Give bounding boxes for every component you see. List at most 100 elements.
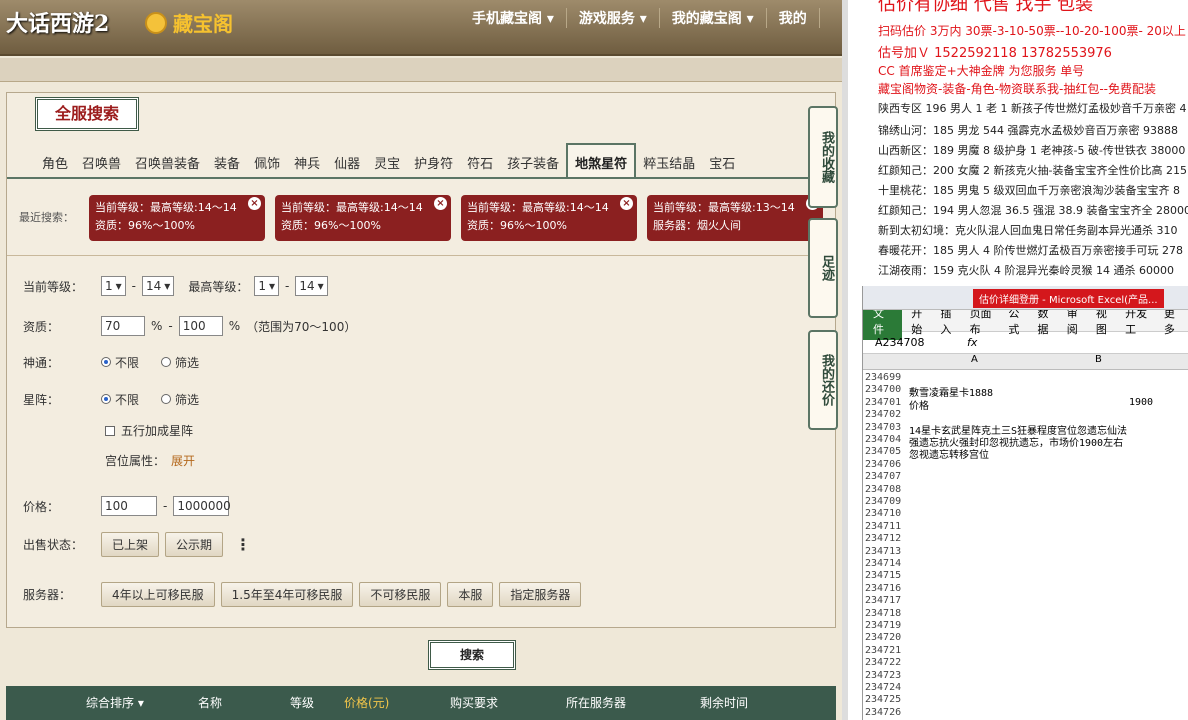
sheet-row[interactable]: 234701 价格 1900 xyxy=(863,397,1188,412)
my-offer-button[interactable]: 我的还价 xyxy=(808,330,838,430)
server-nomove-button[interactable]: 不可移民服 xyxy=(359,582,442,607)
tab-xianqi[interactable]: 仙器 xyxy=(327,145,367,179)
server-specify-button[interactable]: 指定服务器 xyxy=(499,582,582,607)
level-max-select[interactable]: 14 ▾ xyxy=(142,276,175,296)
sheet-row[interactable]: 234704 强遗忘抗火强封印忽视抗遗忘，市场价1900左右 xyxy=(863,434,1188,449)
info-line: 春暖花开：185 男人 4 阶传世燃灯孟极百万亲密接手可玩 278 xyxy=(878,244,1183,257)
tab-shenbing[interactable]: 神兵 xyxy=(287,145,327,179)
my-favorites-button[interactable]: 我的收藏 xyxy=(808,106,838,208)
row-number: 234717 xyxy=(865,595,902,607)
server-local-button[interactable]: 本服 xyxy=(447,582,494,607)
cell[interactable]: 1900 xyxy=(1129,397,1153,408)
info-line: 十里桃花：185 男鬼 5 级双回血千万亲密浪淘沙装备宝宝齐 8 xyxy=(878,184,1180,197)
row-number: 234724 xyxy=(865,682,902,693)
tab-disha[interactable]: 地煞星符 xyxy=(566,143,637,177)
sheet-row[interactable]: 234716 xyxy=(863,583,1188,596)
quality-min-input[interactable]: 70 xyxy=(101,316,145,336)
more-icon[interactable]: ⋮ xyxy=(235,535,251,554)
recent-chip[interactable]: 当前等级：最高等级:13～14服务器：烟火人间× xyxy=(647,195,823,241)
nav-my[interactable]: 我的 xyxy=(767,8,820,28)
tab-role[interactable]: 角色 xyxy=(35,145,75,179)
sheet-row[interactable]: 234706 xyxy=(863,459,1188,472)
ad-line: CC 首席鉴定+大神金牌 为您服务 单号 xyxy=(878,64,1085,78)
sheet-row[interactable]: 234724 xyxy=(863,682,1188,695)
sheet-row[interactable]: 234717 xyxy=(863,595,1188,608)
recent-chip[interactable]: 当前等级：最高等级:14～14 资质：96%～100% × xyxy=(461,195,637,241)
sheet-row[interactable]: 234714 xyxy=(863,558,1188,571)
level-min-select[interactable]: 1 ▾ xyxy=(101,276,126,296)
fx-icon[interactable]: fx xyxy=(967,336,977,349)
sheet-row[interactable]: 234708 xyxy=(863,484,1188,497)
wuxing-checkbox[interactable]: 五行加成星阵 xyxy=(105,422,193,439)
sheet-row[interactable]: 234709 xyxy=(863,496,1188,509)
sheet-row[interactable]: 234721 xyxy=(863,645,1188,658)
radio-filter[interactable]: 筛选 xyxy=(161,391,199,408)
close-icon[interactable]: × xyxy=(248,197,261,210)
nav-service[interactable]: 游戏服务 ▾ xyxy=(567,8,660,28)
tab-accessory[interactable]: 佩饰 xyxy=(247,145,287,179)
quality-max-input[interactable]: 100 xyxy=(178,316,223,336)
search-button[interactable]: 搜索 xyxy=(428,640,516,670)
name-box[interactable]: A234708 xyxy=(863,336,947,349)
tab-child-equip[interactable]: 孩子装备 xyxy=(500,145,566,179)
sheet-row[interactable]: 234703 14星卡玄武星阵克土三S狂暴程度宫位忽遗忘仙法 xyxy=(863,422,1188,437)
nav-mobile[interactable]: 手机藏宝阁 ▾ xyxy=(460,8,567,28)
decor-band xyxy=(0,58,842,82)
radio-any[interactable]: 不限 xyxy=(101,391,139,408)
close-icon[interactable]: × xyxy=(620,197,633,210)
maxlevel-max-select[interactable]: 14 ▾ xyxy=(295,276,328,296)
col-b[interactable]: B xyxy=(1095,354,1102,365)
server-15y-button[interactable]: 1.5年至4年可移民服 xyxy=(220,582,354,607)
tab-lingbao[interactable]: 灵宝 xyxy=(367,145,407,179)
tab-fushi[interactable]: 符石 xyxy=(460,145,500,179)
sheet-row[interactable]: 234726 xyxy=(863,707,1188,720)
nav-menu: 手机藏宝阁 ▾ 游戏服务 ▾ 我的藏宝阁 ▾ 我的 xyxy=(460,8,820,28)
sheet-row[interactable]: 234705 忽视遗忘转移宫位 xyxy=(863,446,1188,461)
sort-header[interactable]: 综合排序 ▾ xyxy=(86,694,144,711)
radio-filter[interactable]: 筛选 xyxy=(161,354,199,371)
server-row: 服务器： 4年以上可移民服 1.5年至4年可移民服 不可移民服 本服 指定服务器 xyxy=(23,582,582,607)
sheet-row[interactable]: 234720 xyxy=(863,632,1188,645)
sheet-row[interactable]: 234725 xyxy=(863,694,1188,707)
game-logo[interactable]: 大话西游2 xyxy=(6,6,109,38)
row-number: 234722 xyxy=(865,657,902,669)
tab-equip[interactable]: 装备 xyxy=(207,145,247,179)
sheet-row[interactable]: 234699 xyxy=(863,372,1188,385)
close-icon[interactable]: × xyxy=(434,197,447,210)
maxlevel-min-select[interactable]: 1 ▾ xyxy=(254,276,280,296)
row-number: 234718 xyxy=(865,607,902,619)
row-number: 234711 xyxy=(865,520,902,532)
tab-amulet[interactable]: 护身符 xyxy=(407,145,460,179)
sheet-row[interactable]: 234700 敷雪凌霜星卡1888 xyxy=(863,384,1188,399)
sheet-row[interactable]: 234707 xyxy=(863,471,1188,484)
price-row: 价格： 100- 1000000 xyxy=(23,496,231,516)
sale-listed-button[interactable]: 已上架 xyxy=(101,532,160,557)
sale-public-button[interactable]: 公示期 xyxy=(165,532,224,557)
price-header[interactable]: 价格(元) xyxy=(344,694,389,711)
site-logo[interactable]: 藏宝阁 xyxy=(145,8,233,37)
nav-my-cbg[interactable]: 我的藏宝阁 ▾ xyxy=(660,8,767,28)
sheet-row[interactable]: 234710 xyxy=(863,508,1188,521)
sheet-row[interactable]: 234719 xyxy=(863,620,1188,633)
radio-any[interactable]: 不限 xyxy=(101,354,139,371)
sheet-row[interactable]: 234723 xyxy=(863,670,1188,683)
sheet-row[interactable]: 234702 xyxy=(863,409,1188,422)
col-a[interactable]: A xyxy=(971,354,978,365)
tab-pet-equip[interactable]: 召唤兽装备 xyxy=(128,145,207,179)
price-max-input[interactable]: 1000000 xyxy=(173,496,231,516)
recent-chip[interactable]: 当前等级：最高等级:14～14 资质：96%～100% × xyxy=(275,195,451,241)
footprint-button[interactable]: 足迹 xyxy=(808,218,838,318)
server-4y-button[interactable]: 4年以上可移民服 xyxy=(101,582,215,607)
tab-cuiyu[interactable]: 粹玉结晶 xyxy=(636,145,702,179)
sheet-row[interactable]: 234715 xyxy=(863,570,1188,583)
tab-gem[interactable]: 宝石 xyxy=(702,145,742,179)
sheet-row[interactable]: 234711 xyxy=(863,521,1188,534)
sheet-row[interactable]: 234712 xyxy=(863,533,1188,546)
expand-link[interactable]: 展开 xyxy=(171,452,195,469)
tab-pet[interactable]: 召唤兽 xyxy=(75,145,128,179)
price-min-input[interactable]: 100 xyxy=(101,496,157,516)
recent-chip[interactable]: 当前等级：最高等级:14～14 资质：96%～100% × xyxy=(89,195,265,241)
sheet-row[interactable]: 234718 xyxy=(863,608,1188,621)
sheet-row[interactable]: 234713 xyxy=(863,546,1188,559)
sheet-row[interactable]: 234722 xyxy=(863,657,1188,670)
